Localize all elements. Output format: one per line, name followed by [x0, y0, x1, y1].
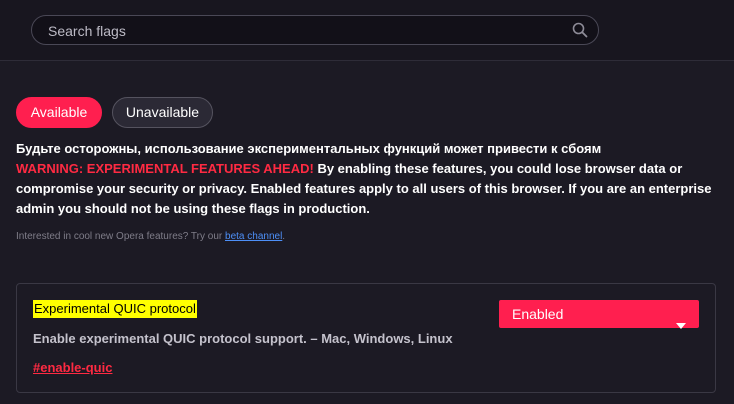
- flag-state-value: Enabled: [512, 306, 564, 322]
- promo-text: Interested in cool new Opera features? T…: [16, 231, 285, 242]
- warning-paragraph: WARNING: EXPERIMENTAL FEATURES AHEAD! By…: [16, 159, 716, 219]
- caret-down-icon: [676, 311, 686, 329]
- search-input[interactable]: [46, 16, 570, 46]
- tab-available[interactable]: Available: [16, 97, 102, 128]
- flag-title: Experimental QUIC protocol: [33, 300, 197, 318]
- promo-label: Interested in cool new Opera features? T…: [16, 231, 223, 242]
- promo-suffix: .: [282, 231, 286, 242]
- flag-anchor-link[interactable]: #enable-quic: [33, 360, 112, 375]
- beta-channel-link[interactable]: beta channel: [225, 231, 282, 242]
- header-bar: [0, 0, 734, 61]
- warning-russian-text: Будьте осторожны, использование эксперим…: [16, 141, 602, 156]
- tab-unavailable[interactable]: Unavailable: [112, 97, 213, 128]
- flag-description: Enable experimental QUIC protocol suppor…: [33, 331, 453, 346]
- warning-headline: WARNING: EXPERIMENTAL FEATURES AHEAD!: [16, 161, 314, 176]
- flag-state-select[interactable]: Enabled: [499, 300, 699, 329]
- warning-block: Будьте осторожны, использование эксперим…: [16, 139, 716, 219]
- search-icon[interactable]: [572, 22, 588, 38]
- flag-card: Experimental QUIC protocol Enable experi…: [16, 283, 716, 393]
- search-box[interactable]: [31, 15, 599, 46]
